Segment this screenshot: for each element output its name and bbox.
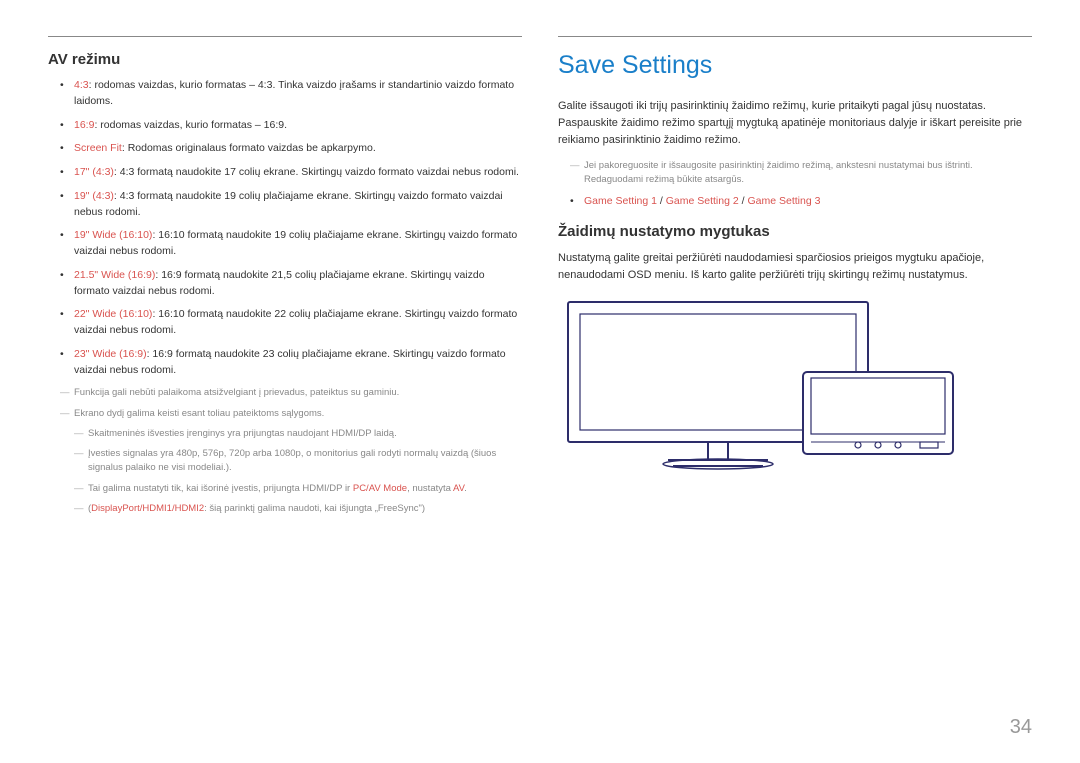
list-item: 21.5" Wide (16:9): 16:9 formatą naudokit… [64,268,522,300]
footnote: Jei pakoreguosite ir išsaugosite pasirin… [558,159,1032,188]
game-button-heading: Žaidimų nustatymo mygtukas [558,223,1032,240]
game-button-description: Nustatymą galite greitai peržiūrėti naud… [558,250,1032,284]
divider [48,36,522,37]
footnote-nested: Įvesties signalas yra 480p, 576p, 720p a… [48,447,522,476]
game-settings-list: Game Setting 1 / Game Setting 2 / Game S… [558,194,1032,210]
list-item: 19" Wide (16:10): 16:10 formatą naudokit… [64,228,522,260]
footnote-nested: (DisplayPort/HDMI1/HDMI2: šią parinktį g… [48,502,522,516]
list-item: 17" (4:3): 4:3 formatą naudokite 17 coli… [64,165,522,181]
left-column: AV režimu 4:3: rodomas vaizdas, kurio fo… [48,36,522,522]
divider [558,36,1032,37]
save-settings-description: Galite išsaugoti iki trijų pasirinktinių… [558,98,1032,149]
footnote: Ekrano dydį galima keisti esant toliau p… [48,407,522,421]
page-number: 34 [1010,716,1032,739]
monitor-illustration [558,294,1032,489]
footnote: Funkcija gali nebūti palaikoma atsižvelg… [48,386,522,400]
list-item: Screen Fit: Rodomas originalaus formato … [64,141,522,157]
right-column: Save Settings Galite išsaugoti iki trijų… [558,36,1032,522]
list-item: 4:3: rodomas vaizdas, kurio formatas – 4… [64,78,522,110]
av-mode-list: 4:3: rodomas vaizdas, kurio formatas – 4… [48,78,522,378]
footnote-nested: Skaitmeninės išvesties įrenginys yra pri… [48,427,522,441]
list-item: 16:9: rodomas vaizdas, kurio formatas – … [64,118,522,134]
av-mode-heading: AV režimu [48,51,522,68]
save-settings-title: Save Settings [558,51,1032,80]
list-item: 23" Wide (16:9): 16:9 formatą naudokite … [64,347,522,379]
list-item: Game Setting 1 / Game Setting 2 / Game S… [574,194,1032,210]
list-item: 22" Wide (16:10): 16:10 formatą naudokit… [64,307,522,339]
list-item: 19" (4:3): 4:3 formatą naudokite 19 coli… [64,189,522,221]
footnote-nested: Tai galima nustatyti tik, kai išorinė įv… [48,482,522,496]
